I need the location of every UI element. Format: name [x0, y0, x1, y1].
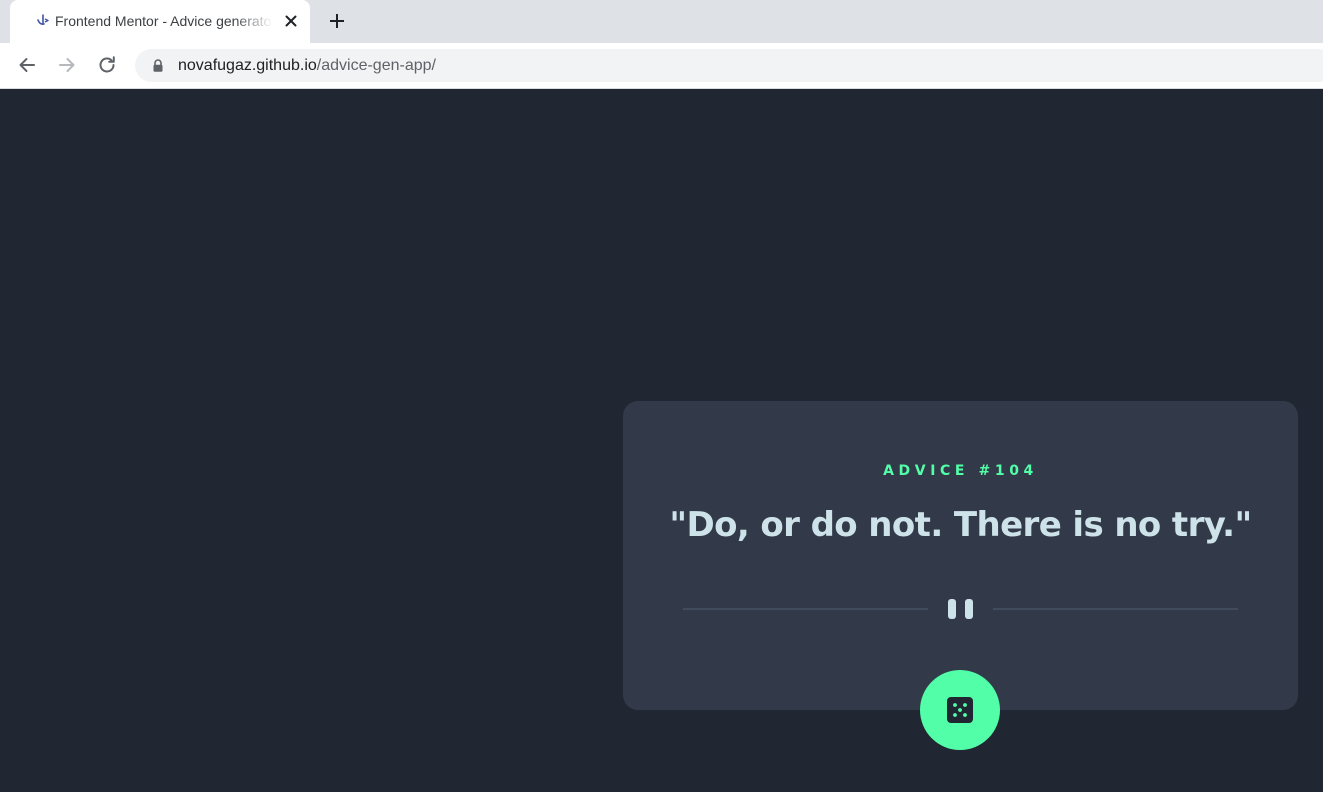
lock-icon[interactable] — [151, 58, 165, 73]
browser-toolbar: novafugaz.github.io/advice-gen-app/ — [0, 43, 1323, 89]
arrow-left-icon[interactable] — [15, 53, 39, 77]
address-bar[interactable]: novafugaz.github.io/advice-gen-app/ — [135, 49, 1323, 82]
advice-card: ADVICE #104 "Do, or do not. There is no … — [623, 401, 1298, 750]
arrow-right-icon[interactable] — [55, 53, 79, 77]
url-path: /advice-gen-app/ — [316, 57, 436, 74]
frontend-mentor-logo-icon — [37, 14, 49, 25]
browser-tabstrip: Frontend Mentor - Advice generator app — [0, 0, 1323, 43]
close-icon[interactable] — [282, 12, 300, 30]
url-text[interactable]: novafugaz.github.io/advice-gen-app/ — [178, 56, 436, 75]
browser-tab[interactable]: Frontend Mentor - Advice generator app — [10, 0, 310, 43]
tab-title: Frontend Mentor - Advice generator app — [55, 13, 273, 29]
advice-number: ADVICE #104 — [883, 463, 1038, 479]
reload-icon[interactable] — [95, 53, 119, 77]
url-host: novafugaz.github.io — [178, 57, 317, 74]
pattern-divider — [683, 599, 1238, 619]
pause-icon — [948, 599, 973, 619]
advice-quote: "Do, or do not. There is no try." — [669, 505, 1252, 545]
plus-icon[interactable] — [326, 10, 348, 32]
dice-icon — [947, 697, 973, 723]
page-viewport: ADVICE #104 "Do, or do not. There is no … — [0, 89, 1323, 792]
generate-advice-button[interactable] — [920, 670, 1000, 750]
